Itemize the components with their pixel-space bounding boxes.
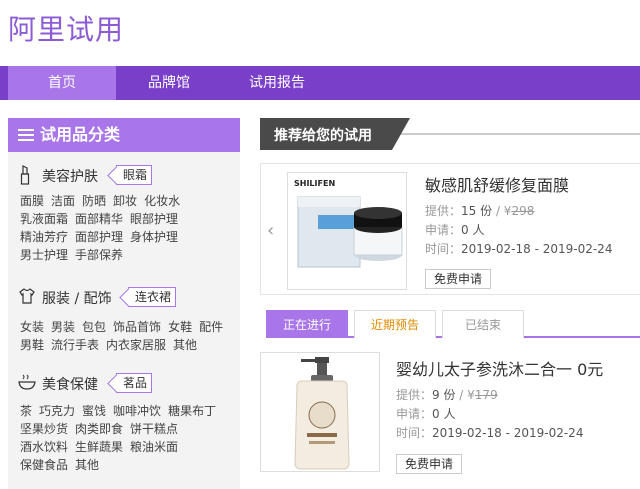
category-link[interactable]: 洁面 bbox=[51, 194, 75, 208]
category-link[interactable]: 男士护理 bbox=[20, 248, 68, 262]
hot-tag[interactable]: 眼霜 bbox=[116, 165, 153, 185]
category-link[interactable]: 生鲜蔬果 bbox=[75, 440, 123, 454]
chevron-left-icon[interactable]: ‹ bbox=[267, 220, 274, 241]
category-link[interactable]: 化妆水 bbox=[144, 194, 180, 208]
category-link[interactable]: 眼部护理 bbox=[130, 212, 178, 226]
status-tabs: 正在进行 近期预告 已结束 bbox=[266, 310, 640, 338]
tshirt-icon bbox=[18, 287, 36, 309]
sidebar-header: 试用品分类 bbox=[8, 118, 240, 152]
tab-upcoming[interactable]: 近期预告 bbox=[354, 310, 436, 338]
category-link[interactable]: 手部保养 bbox=[75, 248, 123, 262]
category-link[interactable]: 内衣家居服 bbox=[106, 338, 166, 352]
category-link[interactable]: 女装 bbox=[20, 320, 44, 334]
category-link[interactable]: 身体护理 bbox=[130, 230, 178, 244]
category-link[interactable]: 乳液面霜 bbox=[20, 212, 68, 226]
category-link[interactable]: 饰品首饰 bbox=[113, 320, 161, 334]
recommended-product-card: ‹ SHILIFEN 敏感肌舒缓修复面膜 提供：15 份 / ¥298 申请：0… bbox=[260, 163, 640, 295]
category-link[interactable]: 男装 bbox=[51, 320, 75, 334]
time-line: 时间：2019-02-18 - 2019-02-24 bbox=[425, 242, 613, 256]
menu-icon bbox=[18, 119, 34, 153]
category-name[interactable]: 美食保健 bbox=[42, 374, 98, 394]
category-link[interactable]: 精油芳疗 bbox=[20, 230, 68, 244]
category-link[interactable]: 粮油米面 bbox=[130, 440, 178, 454]
category-link[interactable]: 其他 bbox=[173, 338, 197, 352]
product-image[interactable] bbox=[260, 352, 380, 472]
tab-ended[interactable]: 已结束 bbox=[442, 310, 524, 338]
hot-tag[interactable]: 茗品 bbox=[116, 373, 153, 393]
category-link[interactable]: 蜜饯 bbox=[82, 404, 106, 418]
recommend-title: 推荐给您的试用 bbox=[274, 128, 372, 144]
free-apply-button[interactable]: 免费申请 bbox=[425, 269, 491, 289]
tab-ongoing[interactable]: 正在进行 bbox=[266, 310, 348, 338]
sidebar-title: 试用品分类 bbox=[40, 125, 121, 144]
category-name[interactable]: 美容护肤 bbox=[42, 166, 98, 186]
category-link[interactable]: 面膜 bbox=[20, 194, 44, 208]
category-link[interactable]: 酒水饮料 bbox=[20, 440, 68, 454]
category-link[interactable]: 卸妆 bbox=[113, 194, 137, 208]
category-link[interactable]: 流行手表 bbox=[51, 338, 99, 352]
category-link[interactable]: 女鞋 bbox=[168, 320, 192, 334]
category-link[interactable]: 保健食品 bbox=[20, 458, 68, 472]
category-apparel: 服装 / 配饰 连衣裙 女装 男装 包包 饰品首饰 女鞋 配件 男鞋 流行手表 内衣家居服 其他 bbox=[8, 286, 240, 352]
category-links: 面膜 洁面 防晒 卸妆 化妆水 乳液面霜 面部精华 眼部护理 精油芳疗 面部护理 身体护理 男士… bbox=[20, 192, 238, 264]
product-image[interactable]: SHILIFEN bbox=[287, 172, 407, 290]
category-food: 美食保健 茗品 茶巧克力 蜜饯 咖啡冲饮 糖果布丁 坚果炒货 肉类即食 饼干糕点 酒水饮料… bbox=[8, 372, 240, 472]
apply-count-line: 申请：0 人 bbox=[396, 407, 456, 421]
category-link[interactable]: 巧克力 bbox=[39, 404, 75, 418]
category-links: 女装 男装 包包 饰品首饰 女鞋 配件 男鞋 流行手表 内衣家居服 其他 bbox=[20, 318, 238, 354]
trial-product-card: 婴幼儿太子参洗沐二合一 0元 提供：9 份 / ¥179 申请：0 人 时间：2… bbox=[260, 352, 640, 489]
category-link[interactable]: 男鞋 bbox=[20, 338, 44, 352]
category-name[interactable]: 服装 / 配饰 bbox=[42, 288, 112, 308]
site-logo[interactable]: 阿里试用 bbox=[8, 8, 124, 48]
category-sidebar: 试用品分类 美容护肤 眼霜 面膜 洁面 防晒 卸妆 化妆水 乳液面霜 面部精华 眼部护理 精… bbox=[8, 118, 240, 489]
bowl-icon bbox=[18, 373, 36, 395]
category-link[interactable]: 肉类即食 bbox=[75, 422, 123, 436]
brand-label: SHILIFEN bbox=[294, 179, 336, 188]
category-link[interactable]: 咖啡冲饮 bbox=[113, 404, 161, 418]
category-link[interactable]: 茶 bbox=[20, 404, 32, 418]
category-link[interactable]: 包包 bbox=[82, 320, 106, 334]
supply-line: 提供：15 份 / ¥298 bbox=[425, 204, 535, 218]
category-link[interactable]: 面部精华 bbox=[75, 212, 123, 226]
category-links: 茶巧克力 蜜饯 咖啡冲饮 糖果布丁 坚果炒货 肉类即食 饼干糕点 酒水饮料 生鲜蔬果 粮油米面… bbox=[20, 402, 238, 474]
lipstick-icon bbox=[18, 165, 32, 189]
hot-tag[interactable]: 连衣裙 bbox=[128, 287, 177, 307]
main-nav: 首页 品牌馆 试用报告 bbox=[0, 66, 640, 100]
time-line: 时间：2019-02-18 - 2019-02-24 bbox=[396, 426, 584, 440]
apply-count-line: 申请：0 人 bbox=[425, 223, 485, 237]
nav-reports[interactable]: 试用报告 bbox=[222, 66, 332, 100]
category-link[interactable]: 饼干糕点 bbox=[130, 422, 178, 436]
category-link[interactable]: 其他 bbox=[75, 458, 99, 472]
category-link[interactable]: 坚果炒货 bbox=[20, 422, 68, 436]
nav-home[interactable]: 首页 bbox=[8, 66, 116, 100]
category-link[interactable]: 面部护理 bbox=[75, 230, 123, 244]
product-title[interactable]: 婴幼儿太子参洗沐二合一 0元 bbox=[396, 356, 603, 380]
free-apply-button[interactable]: 免费申请 bbox=[396, 454, 462, 474]
supply-line: 提供：9 份 / ¥179 bbox=[396, 388, 498, 402]
category-beauty: 美容护肤 眼霜 面膜 洁面 防晒 卸妆 化妆水 乳液面霜 面部精华 眼部护理 精油芳疗 面部护… bbox=[8, 164, 240, 262]
category-link[interactable]: 防晒 bbox=[82, 194, 106, 208]
recommend-header: 推荐给您的试用 bbox=[260, 118, 410, 150]
category-link[interactable]: 配件 bbox=[199, 320, 223, 334]
category-link[interactable]: 糖果布丁 bbox=[168, 404, 216, 418]
product-title[interactable]: 敏感肌舒缓修复面膜 bbox=[425, 172, 569, 196]
nav-brands[interactable]: 品牌馆 bbox=[116, 66, 222, 100]
